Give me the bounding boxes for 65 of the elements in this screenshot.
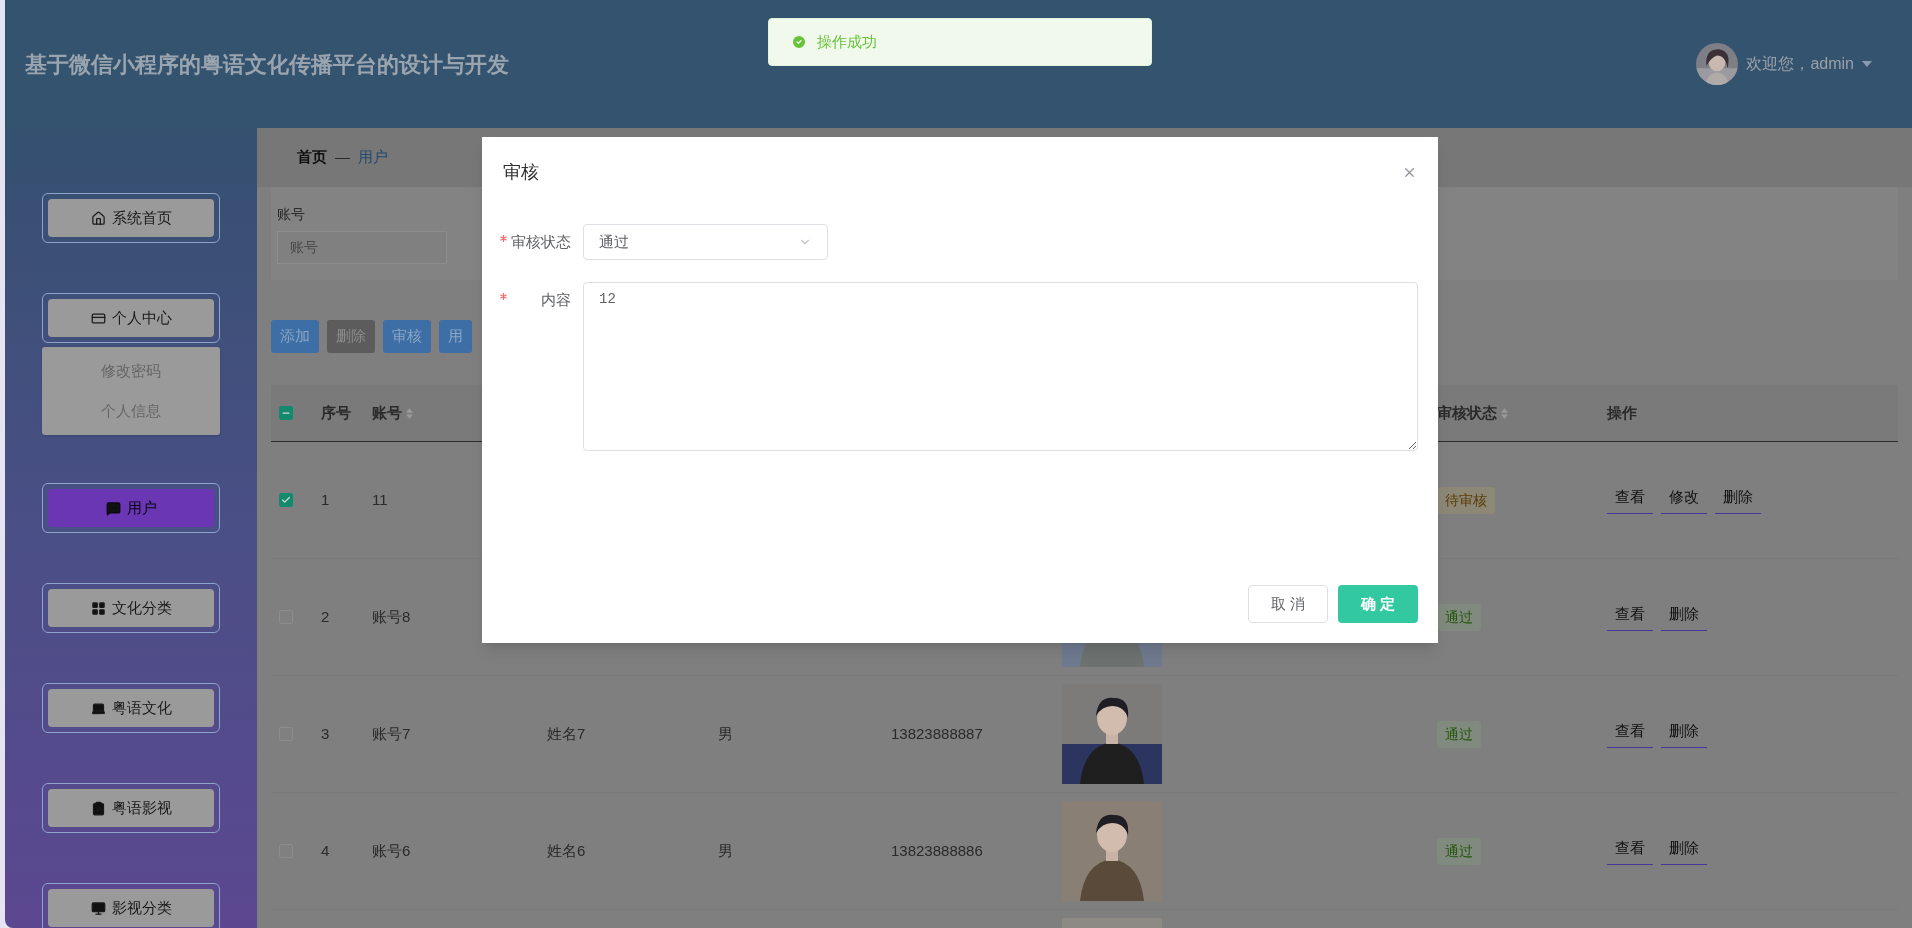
laptop-icon — [90, 700, 106, 716]
table-action-link[interactable]: 删除 — [1715, 486, 1761, 514]
checkbox[interactable] — [279, 406, 293, 420]
sort-icon[interactable] — [406, 407, 413, 419]
sidebar-item[interactable]: 个人中心 — [42, 293, 220, 343]
sidebar-item[interactable]: 文化分类 — [42, 583, 220, 633]
app-title: 基于微信小程序的粤语文化传播平台的设计与开发 — [25, 50, 509, 79]
sidebar-item[interactable]: 粤语文化 — [42, 683, 220, 733]
table-cell-text: 账号6 — [372, 840, 411, 861]
sidebar-item[interactable]: 粤语影视 — [42, 783, 220, 833]
breadcrumb-separator: — — [335, 147, 350, 168]
table-action-link[interactable]: 删除 — [1661, 603, 1707, 631]
table-action-link[interactable]: 查看 — [1607, 603, 1653, 631]
table-cell-text: 13823888887 — [891, 723, 983, 744]
table-action-link[interactable]: 修改 — [1661, 486, 1707, 514]
sidebar-item[interactable]: 系统首页 — [42, 193, 220, 243]
table-cell-text: 13823888886 — [891, 840, 983, 861]
table-action-link[interactable]: 查看 — [1607, 486, 1653, 514]
status-tag: 通过 — [1437, 720, 1481, 748]
home-icon — [90, 210, 106, 226]
dialog-title: 审核 — [503, 161, 539, 184]
table-cell-text: 男 — [718, 723, 733, 744]
table-cell-text: 1 — [321, 489, 330, 510]
table-cell-text: 11 — [372, 489, 388, 510]
toast-message: 操作成功 — [817, 31, 877, 52]
breadcrumb-item[interactable]: 首页 — [297, 146, 327, 169]
welcome-text[interactable]: 欢迎您，admin — [1746, 52, 1854, 76]
table-cell-text: 姓名7 — [547, 723, 586, 744]
column-header: 序号 — [321, 402, 351, 423]
card-icon — [90, 310, 106, 326]
sidebar-item[interactable]: 用户 — [42, 483, 220, 533]
status-tag: 通过 — [1437, 603, 1481, 631]
table-cell-text: 4 — [321, 840, 330, 861]
column-header: 操作 — [1607, 402, 1637, 423]
column-header: 账号 — [372, 402, 402, 423]
grid-icon — [90, 600, 106, 616]
search-label: 账号 — [277, 204, 306, 224]
success-icon — [791, 34, 807, 50]
caret-icon[interactable] — [1862, 61, 1872, 67]
table-cell-text: 账号7 — [372, 723, 411, 744]
table-cell-text: 姓名6 — [547, 840, 586, 861]
clipboard-icon — [90, 800, 106, 816]
table-action-link[interactable]: 删除 — [1661, 837, 1707, 865]
table-action-link[interactable]: 查看 — [1607, 720, 1653, 748]
field-label: 内容 — [540, 290, 571, 310]
status-select[interactable]: 通过 — [583, 224, 828, 260]
table-cell-text: 男 — [718, 840, 733, 861]
status-tag: 通过 — [1437, 837, 1481, 865]
chat-icon — [105, 500, 121, 516]
table-action-link[interactable]: 删除 — [1661, 720, 1707, 748]
close-icon[interactable] — [1402, 165, 1417, 180]
table-cell-text: 3 — [321, 723, 330, 744]
field-label: 审核状态 — [511, 232, 571, 252]
table-action-link[interactable]: 查看 — [1607, 837, 1653, 865]
check-icon — [281, 495, 291, 505]
status-tag: 待审核 — [1437, 486, 1495, 514]
table-cell-text: 账号8 — [372, 606, 411, 627]
sidebar-item[interactable]: 影视分类 — [42, 883, 220, 928]
cancel-button[interactable]: 取 消 — [1248, 585, 1328, 623]
checkbox[interactable] — [279, 493, 293, 507]
content-field[interactable]: 12 — [583, 282, 1418, 451]
monitor-icon — [90, 900, 106, 916]
table-cell-text: 2 — [321, 606, 330, 627]
sort-icon[interactable] — [1501, 407, 1508, 419]
column-header: 审核状态 — [1437, 402, 1497, 423]
